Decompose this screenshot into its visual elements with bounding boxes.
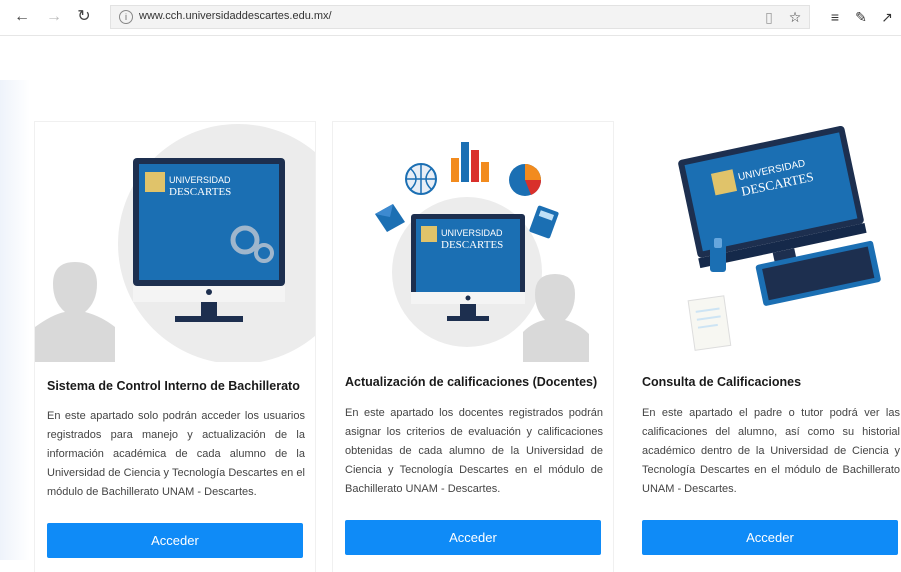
card-title: Actualización de calificaciones (Docente… (345, 375, 598, 389)
card-description: En este apartado solo podrán acceder los… (47, 410, 305, 498)
favorite-star-icon[interactable]: ☆ (786, 8, 804, 26)
desktop-keyboard-illustration: UNIVERSIDAD DESCARTES (678, 125, 881, 351)
bar-chart-icon (451, 158, 459, 182)
url-text: www.cch.universidaddescartes.edu.mx/ (139, 10, 332, 22)
monitor-charts-illustration: UNIVERSIDAD DESCARTES (375, 142, 589, 362)
forward-arrow-icon[interactable]: → (44, 7, 64, 27)
acceder-button[interactable]: Acceder (345, 520, 601, 555)
logo-line2: DESCARTES (169, 186, 231, 198)
monitor-gears-illustration: UNIVERSIDAD DESCARTES (35, 124, 315, 362)
favorites-list-icon[interactable]: ≡ (826, 8, 844, 26)
card-description: En este apartado los docentes registrado… (345, 407, 603, 495)
address-bar[interactable]: i www.cch.universidaddescartes.edu.mx/ (110, 5, 810, 29)
calculator-icon (529, 205, 559, 239)
card-actualizacion-calificaciones: UNIVERSIDAD DESCARTES Actualización de c… (333, 122, 613, 572)
card-title: Consulta de Calificaciones (642, 375, 802, 389)
pen-icon[interactable]: ✎ (852, 8, 870, 26)
back-arrow-icon[interactable]: ← (12, 7, 32, 27)
document-icon (687, 295, 732, 351)
card-control-interno: UNIVERSIDAD DESCARTES Sistema de Control… (35, 122, 315, 572)
logo-line1: UNIVERSIDAD (441, 228, 503, 238)
left-decoration (0, 80, 30, 560)
logo-line1: UNIVERSIDAD (169, 175, 231, 185)
card-consulta-calificaciones: UNIVERSIDAD DESCARTES Consulta de Califi… (630, 122, 901, 572)
logo-line2: DESCARTES (441, 239, 503, 251)
card-title: Sistema de Control Interno de Bachillera… (47, 379, 300, 393)
info-icon[interactable]: i (119, 10, 133, 24)
refresh-icon[interactable]: ↻ (74, 7, 94, 27)
card-description: En este apartado el padre o tutor podrá … (642, 407, 900, 495)
browser-toolbar: ← → ↻ i www.cch.universidaddescartes.edu… (0, 0, 901, 36)
acceder-button[interactable]: Acceder (47, 523, 303, 558)
acceder-button[interactable]: Acceder (642, 520, 898, 555)
share-icon[interactable]: ↗ (878, 8, 896, 26)
reading-view-icon[interactable]: ▯ (760, 8, 778, 26)
